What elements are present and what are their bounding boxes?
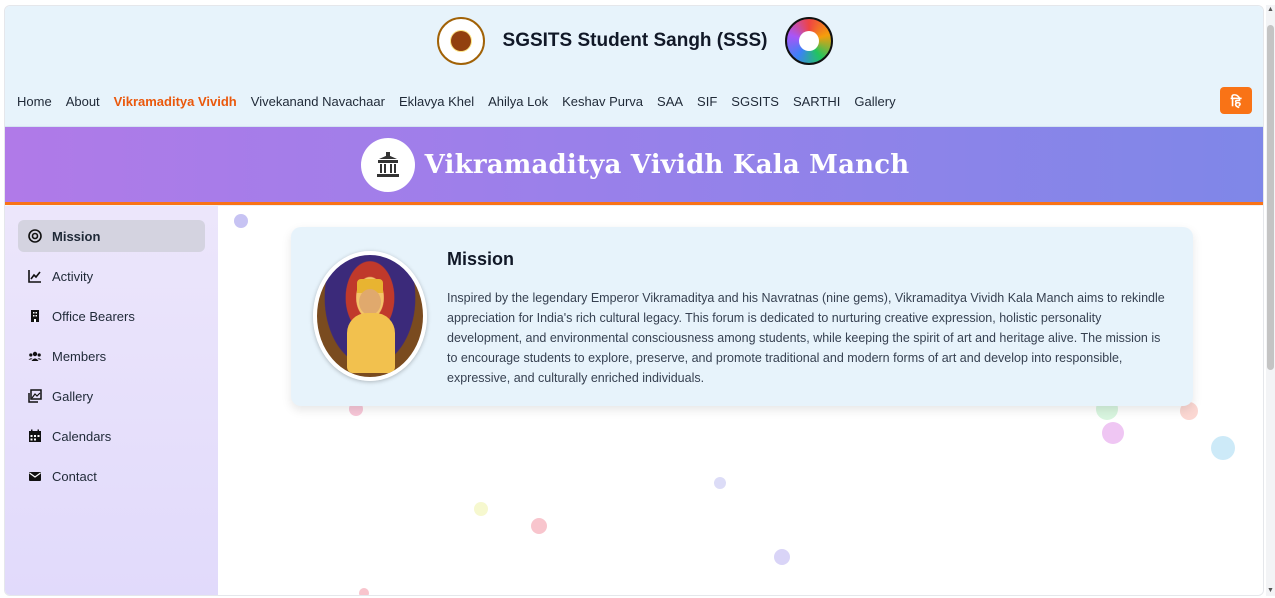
decorative-dot [474,502,488,516]
mission-card: Mission Inspired by the legendary Empero… [291,227,1193,406]
sidebar-item-members[interactable]: Members [18,340,205,372]
scroll-up-arrow-icon[interactable]: ▲ [1266,5,1275,15]
nav-gallery[interactable]: Gallery [854,94,895,109]
main-nav: Home About Vikramaditya Vividh Vivekanan… [5,76,1263,127]
sidebar-item-label: Activity [52,268,94,284]
mission-title: Mission [447,249,515,269]
decorative-dot [1102,422,1124,444]
scroll-thumb[interactable] [1267,25,1274,370]
nav-home[interactable]: Home [17,94,52,109]
site-title[interactable]: SGSITS Student Sangh (SSS) [503,30,768,52]
scroll-down-arrow-icon[interactable]: ▼ [1266,586,1275,596]
sidebar-item-activity[interactable]: Activity [18,260,205,292]
sidebar-item-mission[interactable]: Mission [18,220,205,252]
decorative-dot [1211,436,1235,460]
page-scrollbar[interactable]: ▲ ▼ [1266,5,1275,596]
nav-vikramaditya-vividh[interactable]: Vikramaditya Vividh [114,94,237,109]
images-icon [28,389,42,403]
target-icon [28,229,42,243]
nav-sif[interactable]: SIF [697,94,717,109]
banner-title: Vikramaditya Vividh Kala Manch [424,149,910,180]
nav-eklavya-khel[interactable]: Eklavya Khel [399,94,474,109]
main-content: Mission Inspired by the legendary Empero… [218,206,1263,595]
nav-keshav-purva[interactable]: Keshav Purva [562,94,643,109]
decorative-dot [714,477,726,489]
sidebar-item-label: Office Bearers [52,308,135,324]
sidebar-item-label: Mission [52,228,101,244]
nav-about[interactable]: About [66,94,100,109]
sidebar-item-gallery[interactable]: Gallery [18,380,205,412]
nav-saa[interactable]: SAA [657,94,683,109]
mission-text: Inspired by the legendary Emperor Vikram… [447,291,1165,385]
envelope-icon [28,469,42,483]
sidebar-item-label: Members [52,348,107,364]
sidebar: Mission Activity Office Bearers Members … [5,206,218,595]
decorative-dot [234,214,248,228]
sidebar-item-contact[interactable]: Contact [18,460,205,492]
decorative-dot [359,588,369,595]
nav-ahilya-lok[interactable]: Ahilya Lok [488,94,548,109]
sgsits-emblem-logo[interactable] [436,17,485,65]
sss-logo[interactable] [785,17,834,65]
chart-line-icon [28,269,42,283]
nav-sarthi[interactable]: SARTHI [793,94,840,109]
vikramaditya-portrait-image [313,251,427,381]
building-icon [28,309,42,323]
decorative-dot [774,549,790,565]
nav-sgsits[interactable]: SGSITS [731,94,779,109]
site-header: SGSITS Student Sangh (SSS) [5,6,1263,76]
decorative-dot [531,518,547,534]
section-banner: Vikramaditya Vividh Kala Manch [5,127,1263,205]
users-icon [28,349,42,363]
sidebar-item-calendars[interactable]: Calendars [18,420,205,452]
sidebar-item-office-bearers[interactable]: Office Bearers [18,300,205,332]
app-window: SGSITS Student Sangh (SSS) Home About Vi… [4,5,1264,596]
nav-vivekanand-navachaar[interactable]: Vivekanand Navachaar [251,94,385,109]
temple-icon [360,137,415,192]
sidebar-item-label: Contact [52,468,97,484]
sidebar-item-label: Gallery [52,388,94,404]
sidebar-item-label: Calendars [52,428,112,444]
language-toggle-button[interactable]: हि [1220,87,1252,114]
calendar-icon [28,429,42,443]
